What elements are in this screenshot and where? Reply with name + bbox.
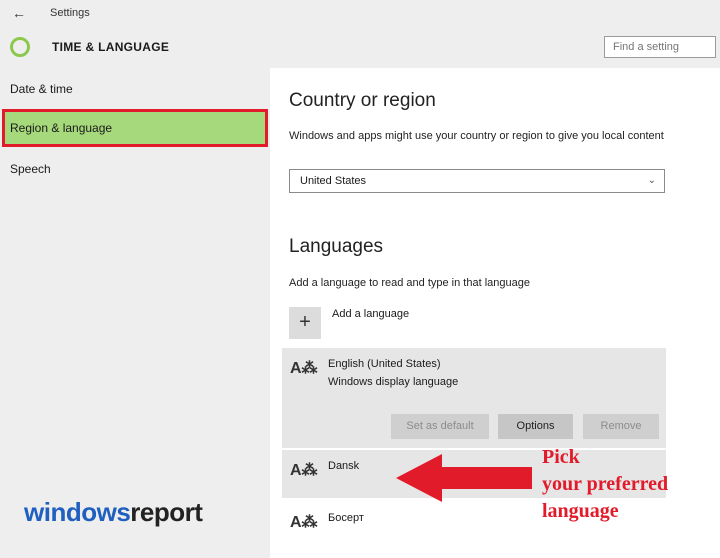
watermark-logo: windowsreport [24,497,203,528]
country-description: Windows and apps might use your country … [289,130,664,142]
language-icon: A⁂ [290,462,318,479]
country-selected: United States [300,175,367,187]
add-icon[interactable]: + [289,307,321,339]
sidebar: Date & time Region & language Speech [0,68,270,558]
page-header: TIME & LANGUAGE [0,28,720,68]
language-icon: A⁂ [290,360,318,377]
language-icon: A⁂ [290,514,318,531]
language-name: English (United States) [328,358,441,370]
app-title: Settings [50,7,90,19]
annotation-line-3: language [542,500,619,522]
title-bar: ← Settings [0,0,720,28]
country-heading: Country or region [289,90,436,111]
watermark-part1: windows [24,497,131,527]
annotation-text: Pick your preferred language [542,444,668,525]
languages-heading: Languages [289,236,384,257]
watermark-part2: report [130,497,203,527]
options-button[interactable]: Options [498,414,573,439]
language-name: Босерт [328,512,364,524]
sidebar-item-date-time[interactable]: Date & time [0,70,270,108]
search-input[interactable] [604,36,716,58]
languages-description: Add a language to read and type in that … [289,277,530,289]
annotation-line-2: your preferred [542,473,669,495]
sidebar-item-speech[interactable]: Speech [0,150,270,188]
add-language-label[interactable]: Add a language [332,308,409,320]
red-arrow-icon [396,454,532,502]
language-name: Dansk [328,460,360,472]
chevron-down-icon: ⌄ [647,175,656,186]
page-title: TIME & LANGUAGE [52,40,170,54]
sidebar-item-region-language[interactable]: Region & language [2,109,268,147]
country-dropdown[interactable]: United States ⌄ [289,169,665,193]
back-arrow-icon[interactable]: ← [12,5,26,21]
annotation-line-1: Pick [542,446,580,468]
remove-button[interactable]: Remove [583,414,659,439]
time-language-icon [10,37,30,57]
language-sub: Windows display language [328,376,459,388]
set-default-button[interactable]: Set as default [391,414,489,439]
